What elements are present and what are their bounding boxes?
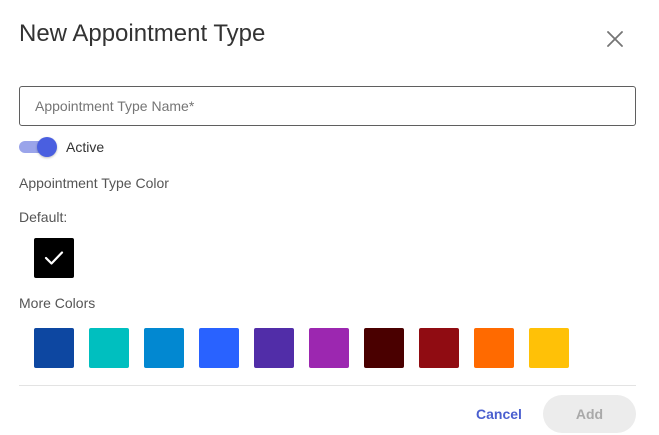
color-swatch[interactable] — [89, 328, 129, 368]
default-color-label: Default: — [19, 209, 68, 225]
appointment-type-name-input[interactable] — [20, 87, 635, 125]
color-swatch[interactable] — [419, 328, 459, 368]
close-icon — [607, 31, 623, 47]
color-swatch[interactable] — [529, 328, 569, 368]
color-swatch[interactable] — [144, 328, 184, 368]
close-button[interactable] — [602, 26, 628, 52]
color-swatch[interactable] — [34, 328, 74, 368]
color-swatch[interactable] — [364, 328, 404, 368]
active-toggle[interactable] — [19, 136, 59, 158]
color-section-heading: Appointment Type Color — [19, 175, 169, 191]
more-colors-label: More Colors — [19, 295, 96, 311]
footer-divider — [19, 385, 636, 386]
appointment-type-name-field[interactable] — [19, 86, 636, 126]
active-toggle-row: Active — [19, 136, 104, 158]
color-swatch[interactable] — [254, 328, 294, 368]
toggle-thumb — [37, 137, 57, 157]
default-color-swatch[interactable] — [34, 238, 74, 278]
add-button[interactable]: Add — [543, 395, 636, 433]
dialog-title: New Appointment Type — [19, 20, 266, 47]
active-toggle-label: Active — [66, 139, 105, 155]
color-swatch[interactable] — [474, 328, 514, 368]
color-swatch[interactable] — [309, 328, 349, 368]
color-swatch[interactable] — [199, 328, 239, 368]
new-appointment-type-dialog: New Appointment Type Active Appointment … — [0, 0, 659, 435]
cancel-button[interactable]: Cancel — [465, 395, 533, 433]
checkmark-icon — [44, 251, 64, 265]
